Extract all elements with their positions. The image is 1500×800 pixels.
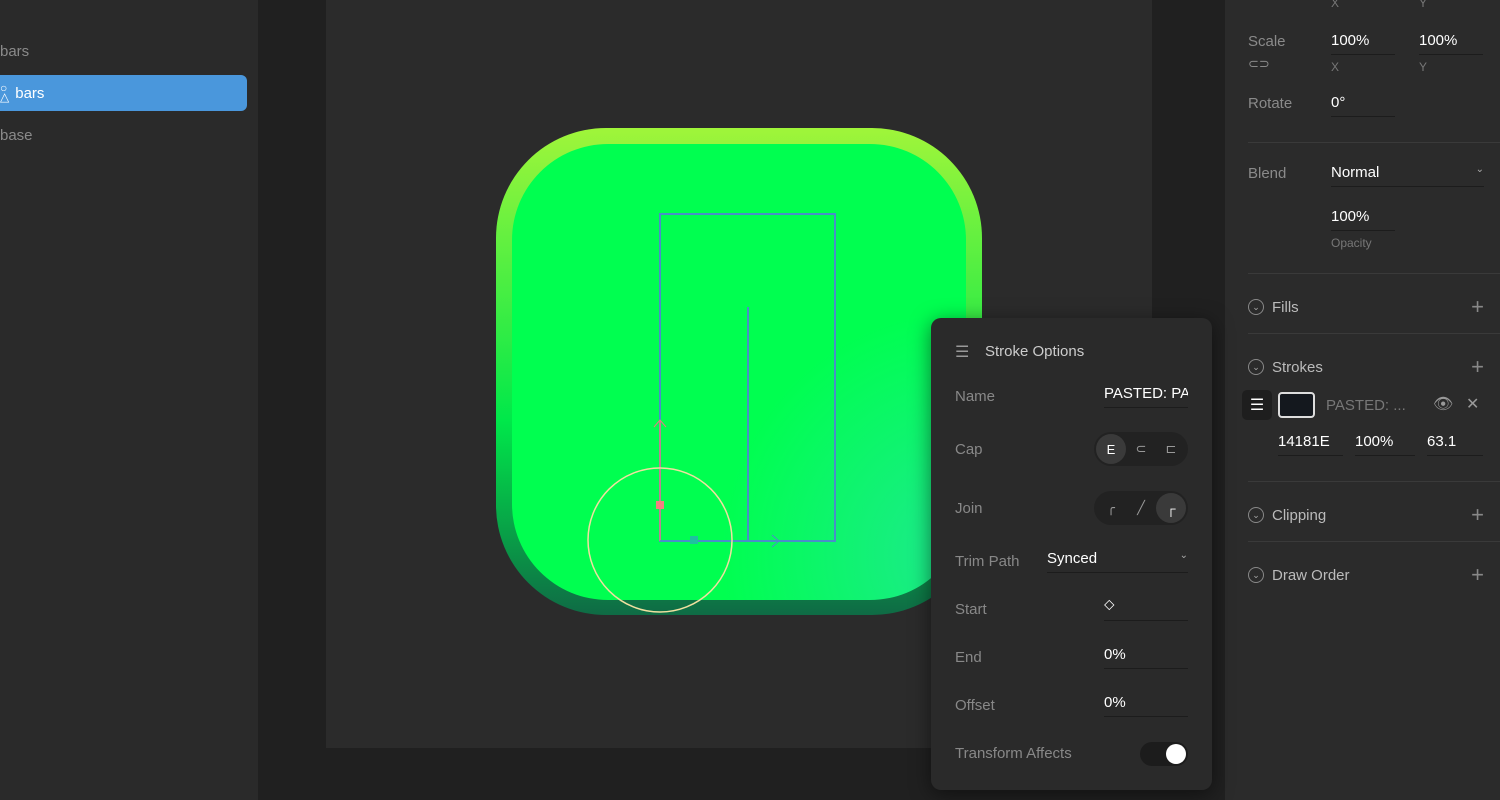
trim-path-label: Trim Path [955,553,1020,570]
add-draw-order-button[interactable]: + [1471,562,1484,588]
cap-label: Cap [955,441,983,458]
join-selector[interactable]: ╭ ╱ ┌ [1094,491,1188,525]
scale-x-input[interactable]: 100% [1331,32,1395,55]
handle [656,501,664,509]
opacity-label: Opacity [1331,236,1372,250]
transform-affects-toggle[interactable] [1140,742,1188,766]
path-editor-overlay[interactable] [580,205,860,620]
section-title: Strokes [1272,358,1323,376]
y-label: Y [1419,0,1428,10]
layer-item[interactable]: base [0,127,33,144]
clipping-section[interactable]: ⌄ Clipping + [1248,502,1484,528]
layer-item[interactable]: bars [0,43,29,60]
stroke-color-input[interactable]: 14181E [1278,433,1343,456]
chevron-down-icon: ⌄ [1475,164,1484,175]
add-stroke-button[interactable]: + [1471,354,1484,380]
divider [1248,481,1500,482]
blend-value: Normal [1331,164,1380,181]
x-label: X [1331,60,1340,74]
x-label: X [1331,0,1340,10]
opacity-input[interactable]: 100% [1331,208,1395,231]
divider [1248,333,1500,334]
chevron-down-icon: ⌄ [1248,567,1264,583]
draw-order-section[interactable]: ⌄ Draw Order + [1248,562,1484,588]
close-icon[interactable]: ✕ [1466,394,1479,414]
cursor-icon: ⬦ [1104,596,1115,613]
scale-y-input[interactable]: 100% [1419,32,1483,55]
cap-selector[interactable]: E ⊂ ⊏ [1094,432,1188,466]
offset-label: Offset [955,697,995,714]
trim-path-select[interactable]: Synced ⌄ [1047,550,1188,573]
sliders-icon: ☰ [955,344,970,361]
chevron-down-icon: ⌄ [1179,550,1188,561]
cap-square-icon[interactable]: ⊏ [1156,434,1186,464]
cap-butt-icon[interactable]: E [1096,434,1126,464]
shapes-icon: ○ △ [0,81,10,104]
stroke-options-button[interactable]: ☰ [1242,390,1272,420]
toggle-knob [1166,744,1186,764]
start-input[interactable]: ⬦ [1104,596,1188,621]
rotate-label: Rotate [1248,95,1293,112]
section-title: Draw Order [1272,566,1350,584]
handle [690,536,698,544]
divider [1248,273,1500,274]
link-icon[interactable]: ⊂⊃ [1248,56,1270,72]
transform-affects-label: Transform Affects [955,745,1072,762]
popover-title: Stroke Options [985,343,1085,360]
blend-select[interactable]: Normal ⌄ [1331,164,1484,187]
divider [1248,541,1500,542]
y-label: Y [1419,60,1428,74]
stroke-thickness-input[interactable]: 63.1 [1427,433,1483,456]
add-fill-button[interactable]: + [1471,294,1484,320]
chevron-down-icon: ⌄ [1248,359,1264,375]
scale-label: Scale [1248,33,1286,50]
name-input[interactable]: PASTED: PA [1104,385,1188,408]
cap-round-icon[interactable]: ⊂ [1126,434,1156,464]
fills-section[interactable]: ⌄ Fills + [1248,294,1484,320]
add-clipping-button[interactable]: + [1471,502,1484,528]
eye-icon[interactable]: 👁 [1433,394,1453,414]
offset-input[interactable]: 0% [1104,694,1188,717]
layer-label: bars [15,84,45,102]
trim-path-value: Synced [1047,550,1098,567]
divider [1248,142,1500,143]
stroke-color-swatch[interactable] [1278,392,1315,418]
chevron-down-icon: ⌄ [1248,507,1264,523]
layer-item-selected[interactable]: ○ △ bars [0,75,247,111]
section-title: Clipping [1272,506,1327,524]
stroke-name: PASTED: ... [1326,397,1406,414]
layers-panel: bars ○ △ bars base [0,0,258,800]
strokes-section[interactable]: ⌄ Strokes + [1248,354,1484,380]
join-miter-icon[interactable]: ┌ [1156,493,1186,523]
name-label: Name [955,388,996,405]
rotate-input[interactable]: 0° [1331,94,1395,117]
join-bevel-icon[interactable]: ╱ [1126,493,1156,523]
stroke-options-popover: ☰ Stroke Options Name PASTED: PA Cap E ⊂ ⊏… [931,318,1212,790]
start-label: Start [955,601,987,618]
blend-label: Blend [1248,165,1287,182]
stroke-opacity-input[interactable]: 100% [1355,433,1415,456]
chevron-down-icon: ⌄ [1248,299,1264,315]
join-label: Join [955,500,983,517]
end-input[interactable]: 0% [1104,646,1188,669]
end-label: End [955,649,982,666]
section-title: Fills [1272,298,1299,316]
join-round-icon[interactable]: ╭ [1096,493,1126,523]
